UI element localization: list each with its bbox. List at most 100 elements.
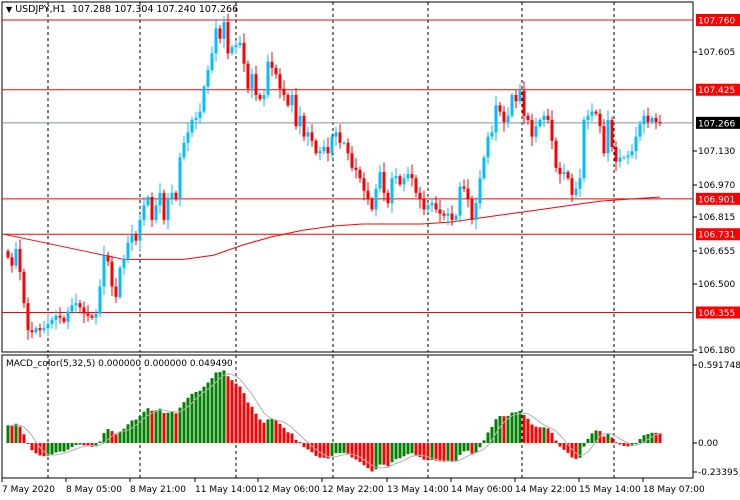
candle-body [26, 303, 30, 331]
candle-body [342, 142, 346, 144]
macd-bar [170, 412, 174, 443]
candle-body [34, 328, 38, 333]
candle-body [234, 44, 238, 48]
macd-bar [82, 443, 86, 446]
candle-body [650, 117, 654, 123]
candle-body [630, 151, 634, 156]
chart-window[interactable]: 107.605 107.130 106.970 106.815 106.655 106.5… [0, 0, 740, 500]
candle-body [426, 205, 430, 210]
macd-bar [210, 378, 214, 443]
macd-bar [178, 407, 182, 443]
macd-bar [342, 443, 346, 453]
x-tick-label: 8 May 05:00 [66, 485, 122, 495]
candle-body [230, 47, 234, 54]
macd-bar [534, 426, 538, 443]
candle-body [130, 234, 134, 243]
candle-body [142, 205, 146, 220]
candle-body [578, 178, 582, 189]
macd-bar [282, 427, 286, 443]
macd-bar [290, 433, 294, 443]
macd-bar [42, 443, 46, 457]
macd-bar [482, 440, 486, 443]
macd-bar [134, 419, 138, 443]
macd-bar [574, 443, 578, 459]
macd-bar [238, 386, 242, 443]
candle-body [522, 90, 526, 116]
macd-bar [410, 443, 414, 454]
candle-body [346, 142, 350, 154]
candle-body [554, 140, 558, 168]
x-tick-label: 15 May 14:00 [579, 485, 641, 495]
macd-bar [50, 443, 54, 455]
macd-bar [546, 428, 550, 443]
candle-body [222, 22, 226, 39]
macd-bar [174, 413, 178, 443]
candle-body [362, 178, 366, 191]
macd-bar [10, 425, 14, 443]
x-tick-label: 12 May 06:00 [258, 485, 320, 495]
candle-body [218, 28, 222, 39]
macd-bar [138, 415, 142, 443]
macd-bar [622, 443, 626, 446]
macd-bar [462, 443, 466, 452]
macd-y-tick-label: -0.233951 [698, 468, 740, 478]
candle-body [18, 249, 22, 272]
current-price-label: 107.266 [698, 119, 735, 129]
candle-body [418, 192, 422, 200]
candle-body [278, 74, 282, 89]
collapse-triangle-icon[interactable]: ▼ [6, 5, 12, 14]
candle-body [214, 28, 218, 54]
candle-body [330, 136, 334, 154]
candle-body [242, 42, 246, 64]
macd-bar [398, 443, 402, 459]
candle-body [498, 105, 502, 112]
candle-body [358, 169, 362, 179]
macd-bar [18, 426, 22, 443]
candle-body [622, 157, 626, 159]
candle-body [658, 122, 662, 124]
candle-body [582, 119, 586, 179]
candle-body [178, 157, 182, 200]
macd-bar [518, 410, 522, 443]
macd-bar [90, 443, 94, 447]
macd-bar [370, 443, 374, 472]
candle-body [394, 176, 398, 179]
macd-bar [530, 424, 534, 443]
macd-bar [338, 443, 342, 454]
candle-body [166, 199, 170, 220]
macd-header: MACD_color(5,32,5) 0.000000 0.000000 0.0… [6, 359, 233, 369]
candle-body [618, 157, 622, 162]
x-tick-label: 14 May 06:00 [451, 485, 513, 495]
macd-bar [246, 402, 250, 443]
macd-bar [638, 439, 642, 443]
macd-bar [502, 416, 506, 443]
candle-body [610, 119, 614, 148]
candle-body [262, 94, 266, 100]
candle-body [114, 286, 118, 297]
macd-bar [146, 408, 150, 443]
macd-bar [218, 372, 222, 443]
candle-body [302, 115, 306, 137]
macd-bar [34, 443, 38, 454]
macd-value-1: 0.000000 [98, 359, 142, 369]
chart-canvas[interactable]: 107.605 107.130 106.970 106.815 106.655 106.5… [0, 0, 740, 500]
candle-body [10, 257, 14, 266]
candle-body [378, 171, 382, 189]
candle-body [30, 330, 34, 333]
macd-bar [438, 443, 442, 462]
macd-bar [298, 442, 302, 444]
macd-bar [434, 443, 438, 461]
candle-body [586, 115, 590, 120]
macd-bar [346, 443, 350, 455]
macd-bar [478, 443, 482, 448]
macd-bar [406, 443, 410, 455]
candle-body [62, 317, 66, 322]
macd-bar [602, 436, 606, 443]
candle-body [486, 136, 490, 158]
candle-body [314, 140, 318, 154]
macd-bar [414, 443, 418, 456]
candle-body [546, 115, 550, 120]
candle-body [6, 251, 10, 258]
macd-bar [474, 443, 478, 453]
macd-bar [538, 427, 542, 443]
